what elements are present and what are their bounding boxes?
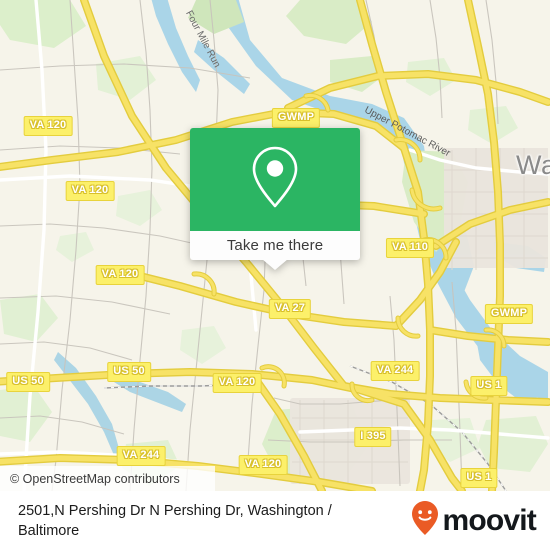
highway-shield[interactable]: US 1 xyxy=(470,376,508,396)
highway-shield[interactable]: VA 110 xyxy=(385,238,435,258)
highway-shield[interactable]: VA 27 xyxy=(268,299,312,319)
highway-shield[interactable]: GWMP xyxy=(271,108,321,128)
highway-shield[interactable]: VA 120 xyxy=(212,373,262,393)
highway-shield[interactable]: US 50 xyxy=(107,362,151,382)
footer-bar: 2501,N Pershing Dr N Pershing Dr, Washin… xyxy=(0,491,550,550)
highway-shield[interactable]: VA 244 xyxy=(370,361,420,381)
place-label-washington: Was xyxy=(516,150,550,180)
popup-pointer-tail xyxy=(262,259,288,270)
highway-shield[interactable]: VA 120 xyxy=(65,181,115,201)
popup-header xyxy=(190,128,360,231)
map-canvas[interactable]: Upper Potomac River Four Mile Run Was VA… xyxy=(0,0,550,491)
location-popup-card[interactable]: Take me there xyxy=(190,128,360,270)
highway-shield[interactable]: US 1 xyxy=(460,468,498,488)
location-pin-icon xyxy=(248,144,302,215)
address-text: 2501,N Pershing Dr N Pershing Dr, Washin… xyxy=(18,502,332,539)
highway-shield[interactable]: I 395 xyxy=(354,427,392,447)
highway-shield[interactable]: VA 120 xyxy=(23,116,73,136)
highway-shield[interactable]: VA 120 xyxy=(95,265,145,285)
moovit-logo[interactable]: moovit xyxy=(410,500,537,541)
popup-footer[interactable]: Take me there xyxy=(190,231,360,260)
take-me-there-label: Take me there xyxy=(226,237,324,254)
highway-shield[interactable]: GWMP xyxy=(484,304,534,324)
map-screenshot-root: Upper Potomac River Four Mile Run Was VA… xyxy=(0,0,550,550)
highway-shield[interactable]: US 50 xyxy=(6,372,50,392)
map-attribution-bar: © OpenStreetMap contributors xyxy=(0,466,215,491)
moovit-wordmark: moovit xyxy=(442,503,536,537)
moovit-pin-smiley-icon xyxy=(410,500,440,541)
highway-shield[interactable]: VA 244 xyxy=(116,446,166,466)
osm-attribution-text[interactable]: © OpenStreetMap contributors xyxy=(0,472,180,486)
highway-shield[interactable]: VA 120 xyxy=(238,455,288,475)
